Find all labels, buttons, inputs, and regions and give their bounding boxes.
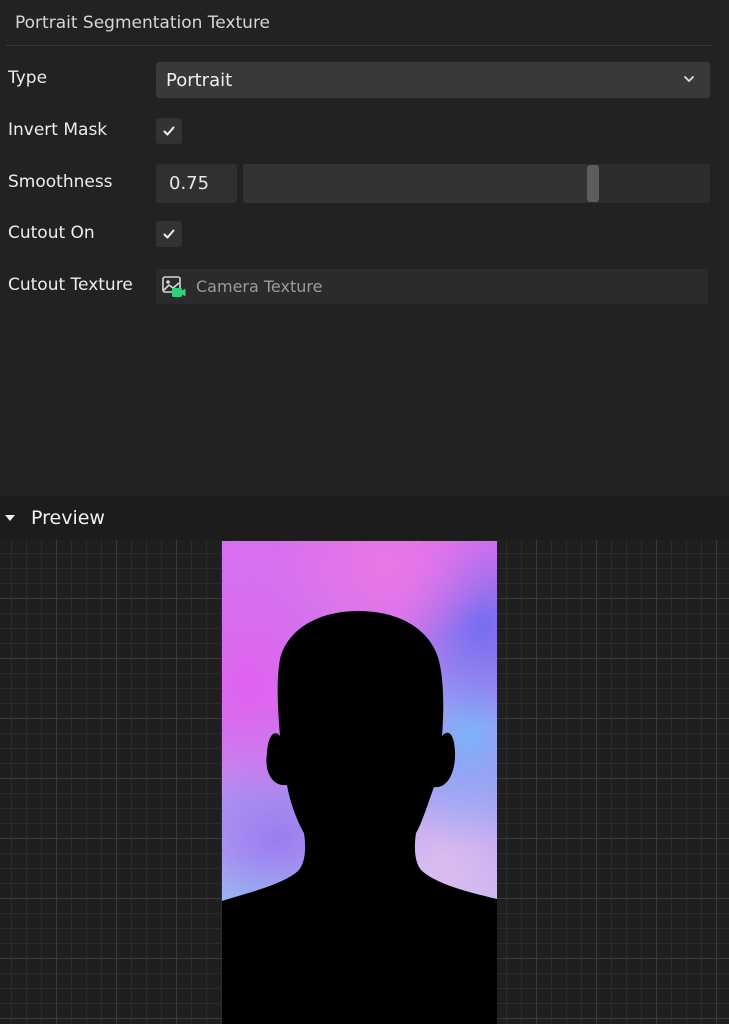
invert-mask-checkbox[interactable] [156,118,182,144]
triangle-down-icon [5,515,15,521]
type-dropdown[interactable]: Portrait [156,62,710,98]
checkmark-icon [163,126,175,136]
chevron-down-icon [684,76,694,82]
checkmark-icon [163,229,175,239]
cutout-texture-label: Cutout Texture [8,275,133,295]
smoothness-label: Smoothness [8,172,113,192]
smoothness-slider[interactable] [243,164,710,203]
preview-section-header[interactable]: Preview [0,496,729,540]
cutout-texture-field[interactable]: Camera Texture [156,269,708,304]
camera-texture-icon [162,275,186,297]
type-label: Type [8,68,48,88]
smoothness-slider-fill [243,164,587,203]
smoothness-slider-handle[interactable] [587,165,599,202]
panel-title: Portrait Segmentation Texture [6,0,712,46]
smoothness-input[interactable]: 0.75 [156,164,237,203]
inspector-panel: Portrait Segmentation Texture Type Portr… [0,0,729,496]
portrait-silhouette [222,611,497,1024]
cutout-on-checkbox[interactable] [156,221,182,247]
type-dropdown-value: Portrait [166,69,233,91]
preview-title: Preview [31,507,105,529]
cutout-texture-value: Camera Texture [196,277,323,296]
invert-mask-label: Invert Mask [8,120,108,140]
cutout-on-label: Cutout On [8,223,95,243]
portrait-preview-image [222,541,497,1024]
preview-canvas [0,540,729,1024]
